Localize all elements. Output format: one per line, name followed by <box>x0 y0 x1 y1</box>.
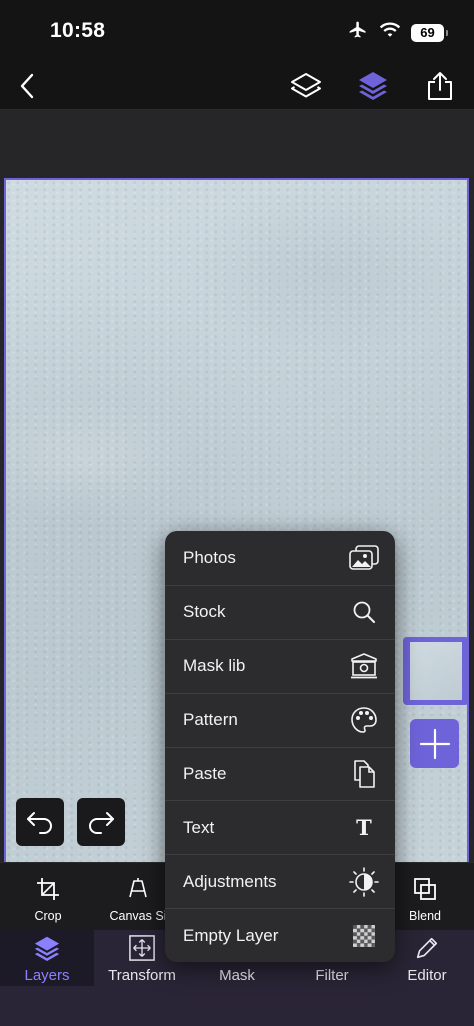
tool-label: Blend <box>409 909 441 923</box>
crop-icon <box>37 878 59 900</box>
menu-item-label: Mask lib <box>183 656 246 676</box>
tab-label: Filter <box>315 967 349 984</box>
editor-nav-bar <box>0 62 474 110</box>
canvas-size-icon <box>129 878 147 898</box>
undo-icon <box>27 812 52 834</box>
menu-item-adjustments[interactable]: Adjustments <box>165 854 395 908</box>
layers-view-button[interactable] <box>286 66 326 106</box>
tool-crop[interactable]: Crop <box>13 877 83 923</box>
plus-icon <box>419 728 450 759</box>
museum-icon <box>349 651 379 681</box>
paste-icon <box>349 759 379 789</box>
battery-icon: 69 <box>411 23 448 42</box>
share-button[interactable] <box>420 66 460 106</box>
menu-item-paste[interactable]: Paste <box>165 746 395 801</box>
menu-item-label: Stock <box>183 602 226 622</box>
layers-icon <box>34 936 60 961</box>
menu-item-label: Text <box>183 817 215 837</box>
checkerboard-icon <box>349 921 379 951</box>
palette-icon <box>349 705 379 735</box>
tool-blend[interactable]: Blend <box>390 877 460 923</box>
airplane-icon <box>347 20 369 45</box>
layers-outline-icon <box>291 73 321 98</box>
menu-item-label: Photos <box>183 547 236 567</box>
status-bar: 10:58 69 <box>0 0 474 62</box>
back-icon <box>20 73 34 99</box>
menu-item-empty-layer[interactable]: Empty Layer <box>165 908 395 962</box>
layer-thumbnail[interactable] <box>403 637 469 705</box>
menu-item-label: Empty Layer <box>183 925 279 945</box>
wifi-icon <box>379 21 401 44</box>
status-icons: 69 <box>347 20 448 45</box>
layers-panel-button[interactable] <box>353 66 393 106</box>
blend-icon <box>414 878 436 900</box>
add-layer-menu: Photos Stock Mask lib Pattern Paste Text… <box>165 531 395 962</box>
menu-item-photos[interactable]: Photos <box>165 531 395 585</box>
search-icon <box>349 597 379 627</box>
tab-label: Transform <box>108 967 176 984</box>
tab-label: Editor <box>407 967 447 984</box>
menu-item-text[interactable]: Text T <box>165 800 395 854</box>
menu-item-label: Adjustments <box>183 871 277 891</box>
menu-item-label: Pattern <box>183 710 238 730</box>
share-icon <box>428 72 452 100</box>
add-layer-button[interactable] <box>410 719 459 768</box>
layers-filled-icon <box>359 72 387 100</box>
photos-icon <box>349 543 379 573</box>
tab-label: Mask <box>219 967 255 984</box>
transform-icon <box>129 935 155 961</box>
undo-button[interactable] <box>16 798 64 846</box>
redo-button[interactable] <box>77 798 125 846</box>
menu-item-label: Paste <box>183 763 227 783</box>
adjustments-icon <box>349 866 379 897</box>
tab-label: Layers <box>24 967 70 984</box>
tab-layers[interactable]: Layers <box>0 930 94 986</box>
status-time: 10:58 <box>50 19 106 42</box>
back-button[interactable] <box>8 66 48 106</box>
menu-item-mask-lib[interactable]: Mask lib <box>165 638 395 693</box>
redo-icon <box>89 812 114 834</box>
menu-item-pattern[interactable]: Pattern <box>165 692 395 747</box>
pencil-icon <box>416 937 438 959</box>
text-icon: T <box>356 815 372 841</box>
tool-label: Crop <box>34 909 62 923</box>
menu-item-stock[interactable]: Stock <box>165 584 395 639</box>
layer-thumbnail-image <box>410 642 462 700</box>
